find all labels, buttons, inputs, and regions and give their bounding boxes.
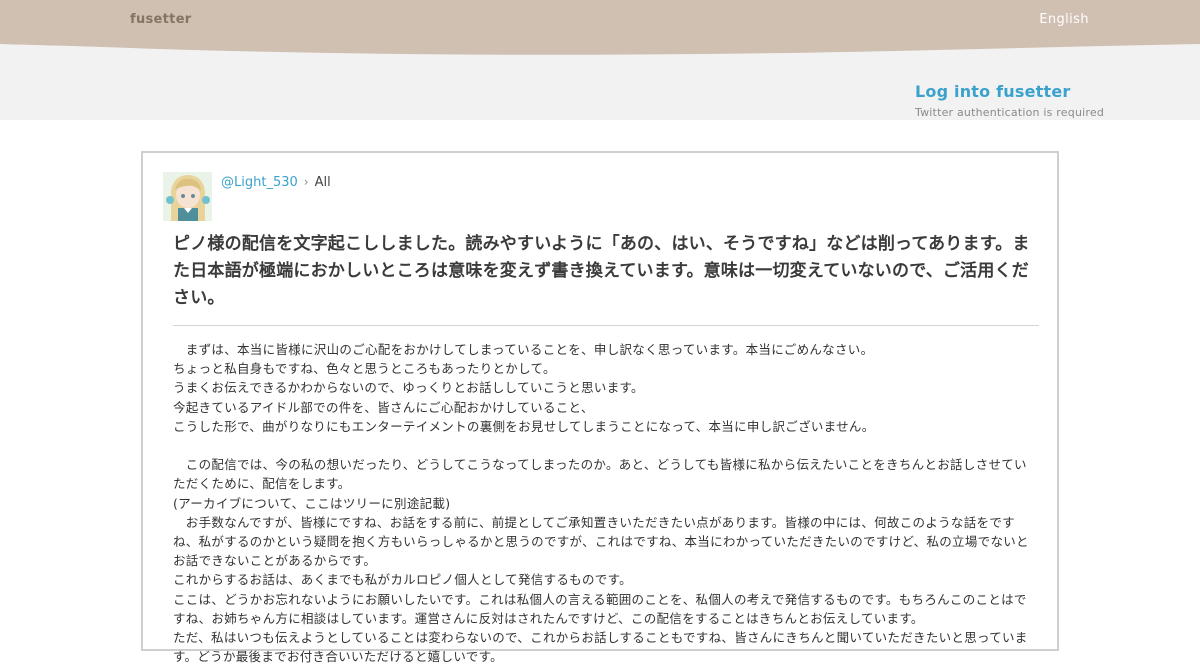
language-switch[interactable]: English xyxy=(1039,12,1089,27)
tweet-card: @Light_530 › All ピノ様の配信を文字起こししました。読みやすいように… xyxy=(141,151,1059,664)
transcript-line: こうした形で、曲がりなりにもエンターテイメントの裏側をお見せしてしまうことになっ… xyxy=(173,418,875,434)
transcript-body: まずは、本当に皆様に沢山のご心配をおかけしてしまっていることを、申し訳なく思って… xyxy=(173,340,1039,666)
login-link[interactable]: Log into fusetter xyxy=(915,82,1070,101)
avatar[interactable] xyxy=(163,172,212,221)
login-note: Twitter authentication is required xyxy=(915,106,1104,119)
divider xyxy=(173,325,1039,326)
breadcrumb-separator: › xyxy=(303,175,309,189)
header-wave xyxy=(0,0,1200,55)
brand-link[interactable]: fusetter xyxy=(130,12,192,27)
transcript-line: うまくお伝えできるかわからないので、ゆっくりとお話ししていこうと思います。 xyxy=(173,380,644,396)
breadcrumb: @Light_530 › All xyxy=(221,175,331,190)
top-header: fusetter English xyxy=(0,0,1200,60)
transcript-line: ここは、どうかお忘れないようにお願いしたいです。これは私個人の言える範囲のことを… xyxy=(173,591,1027,626)
transcript-blank-line xyxy=(173,436,1039,455)
transcript-line: ちょっと私自身もですね、色々と思うところもあったりとかして。 xyxy=(173,361,556,377)
transcript-line: 今起きているアイドル部での件を、皆さんにご心配おかけしていること、 xyxy=(173,399,594,415)
tweet-title: ピノ様の配信を文字起こししました。読みやすいように「あの、はい、そうですね」など… xyxy=(173,234,1030,308)
scope-label[interactable]: All xyxy=(315,175,331,190)
transcript-line: これからするお話は、あくまでも私がカルロピノ個人として発信するものです。 xyxy=(173,572,632,588)
transcript-line: ただ、私はいつも伝えようとしていることは変わらないので、これからお話しすることも… xyxy=(173,630,1028,665)
transcript-line: まずは、本当に皆様に沢山のご心配をおかけしてしまっていることを、申し訳なく思って… xyxy=(173,342,874,357)
transcript-line: この配信では、今の私の想いだったり、どうしてこうなってしまったのか。あと、どうし… xyxy=(173,457,1027,492)
username-link[interactable]: @Light_530 xyxy=(221,175,298,190)
transcript-line: (アーカイブについて、ここはツリーに別途記載) xyxy=(173,495,451,511)
transcript-line: お手数なんですが、皆様にですね、お話をする前に、前提としてご承知置きいただきたい… xyxy=(173,514,1029,569)
